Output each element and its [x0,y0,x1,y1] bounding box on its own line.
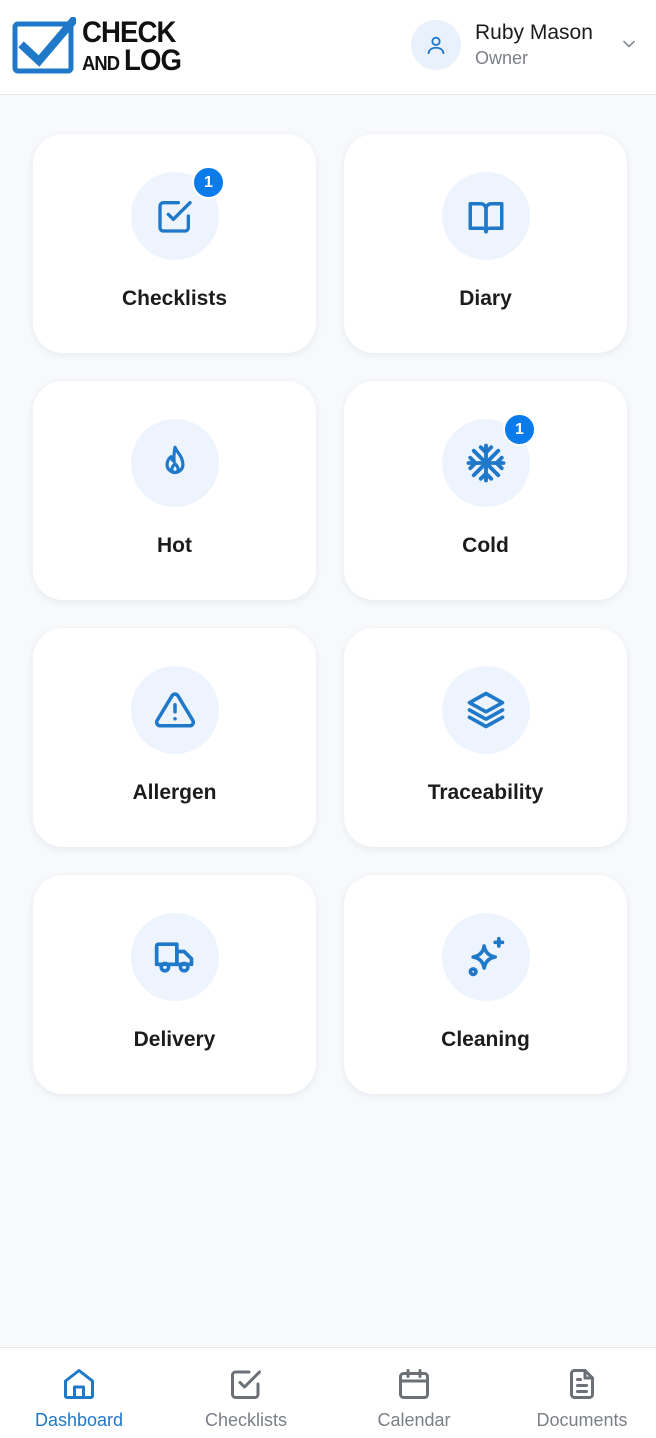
avatar [411,20,461,70]
document-icon [570,1369,594,1399]
logo-word-log: LOG [124,44,182,77]
tile-cleaning[interactable]: Cleaning [344,875,627,1094]
nav-label: Documents [536,1410,628,1430]
tile-label: Delivery [133,1028,216,1051]
logo-word-and: AND [82,53,120,75]
tile-diary[interactable]: Diary [344,134,627,353]
app-header: CHECK AND LOG Ruby Mason Owner [0,0,656,95]
tile-label: Allergen [132,781,217,804]
tile-checklists[interactable]: 1 Checklists [33,134,316,353]
notification-badge: 1 [503,413,536,446]
chevron-down-icon[interactable] [619,34,639,54]
logo-checkbox-icon [12,17,76,74]
nav-label: Checklists [204,1410,288,1430]
nav-calendar[interactable]: Calendar [332,1348,496,1438]
nav-dashboard[interactable]: Dashboard [0,1348,161,1438]
user-role: Owner [475,48,529,68]
truck-icon [154,942,194,973]
tile-allergen[interactable]: Allergen [33,628,316,847]
tile-label: Diary [459,287,512,310]
checkbox-icon [158,201,192,233]
layers-icon [467,691,505,729]
home-icon [64,1369,94,1399]
nav-label: Dashboard [34,1410,124,1430]
nav-checklists[interactable]: Checklists [164,1348,328,1438]
calendar-icon [399,1369,429,1399]
flame-icon [165,445,185,475]
user-icon [427,36,445,55]
tile-traceability[interactable]: Traceability [344,628,627,847]
sparkles-icon [468,936,505,977]
tile-label: Traceability [427,781,544,804]
tile-delivery[interactable]: Delivery [33,875,316,1094]
user-menu[interactable]: Ruby Mason Owner [411,19,647,71]
tile-label: Cold [462,534,509,557]
tile-label: Hot [157,534,192,557]
bottom-navigation: Dashboard Checklists Calendar Documents [0,1347,656,1438]
tile-label: Cleaning [441,1028,530,1051]
notification-badge: 1 [192,166,225,199]
nav-documents[interactable]: Documents [500,1348,656,1438]
snowflake-icon [466,443,506,483]
nav-label: Calendar [377,1410,451,1430]
user-name: Ruby Mason [475,21,593,44]
warning-triangle-icon [154,692,196,728]
tile-cold[interactable]: 1 Cold [344,381,627,600]
book-open-icon [468,202,504,234]
check-and-log-logo[interactable]: CHECK AND LOG [12,17,192,77]
checkbox-icon [231,1370,261,1399]
tile-hot[interactable]: Hot [33,381,316,600]
tile-label: Checklists [121,287,228,310]
